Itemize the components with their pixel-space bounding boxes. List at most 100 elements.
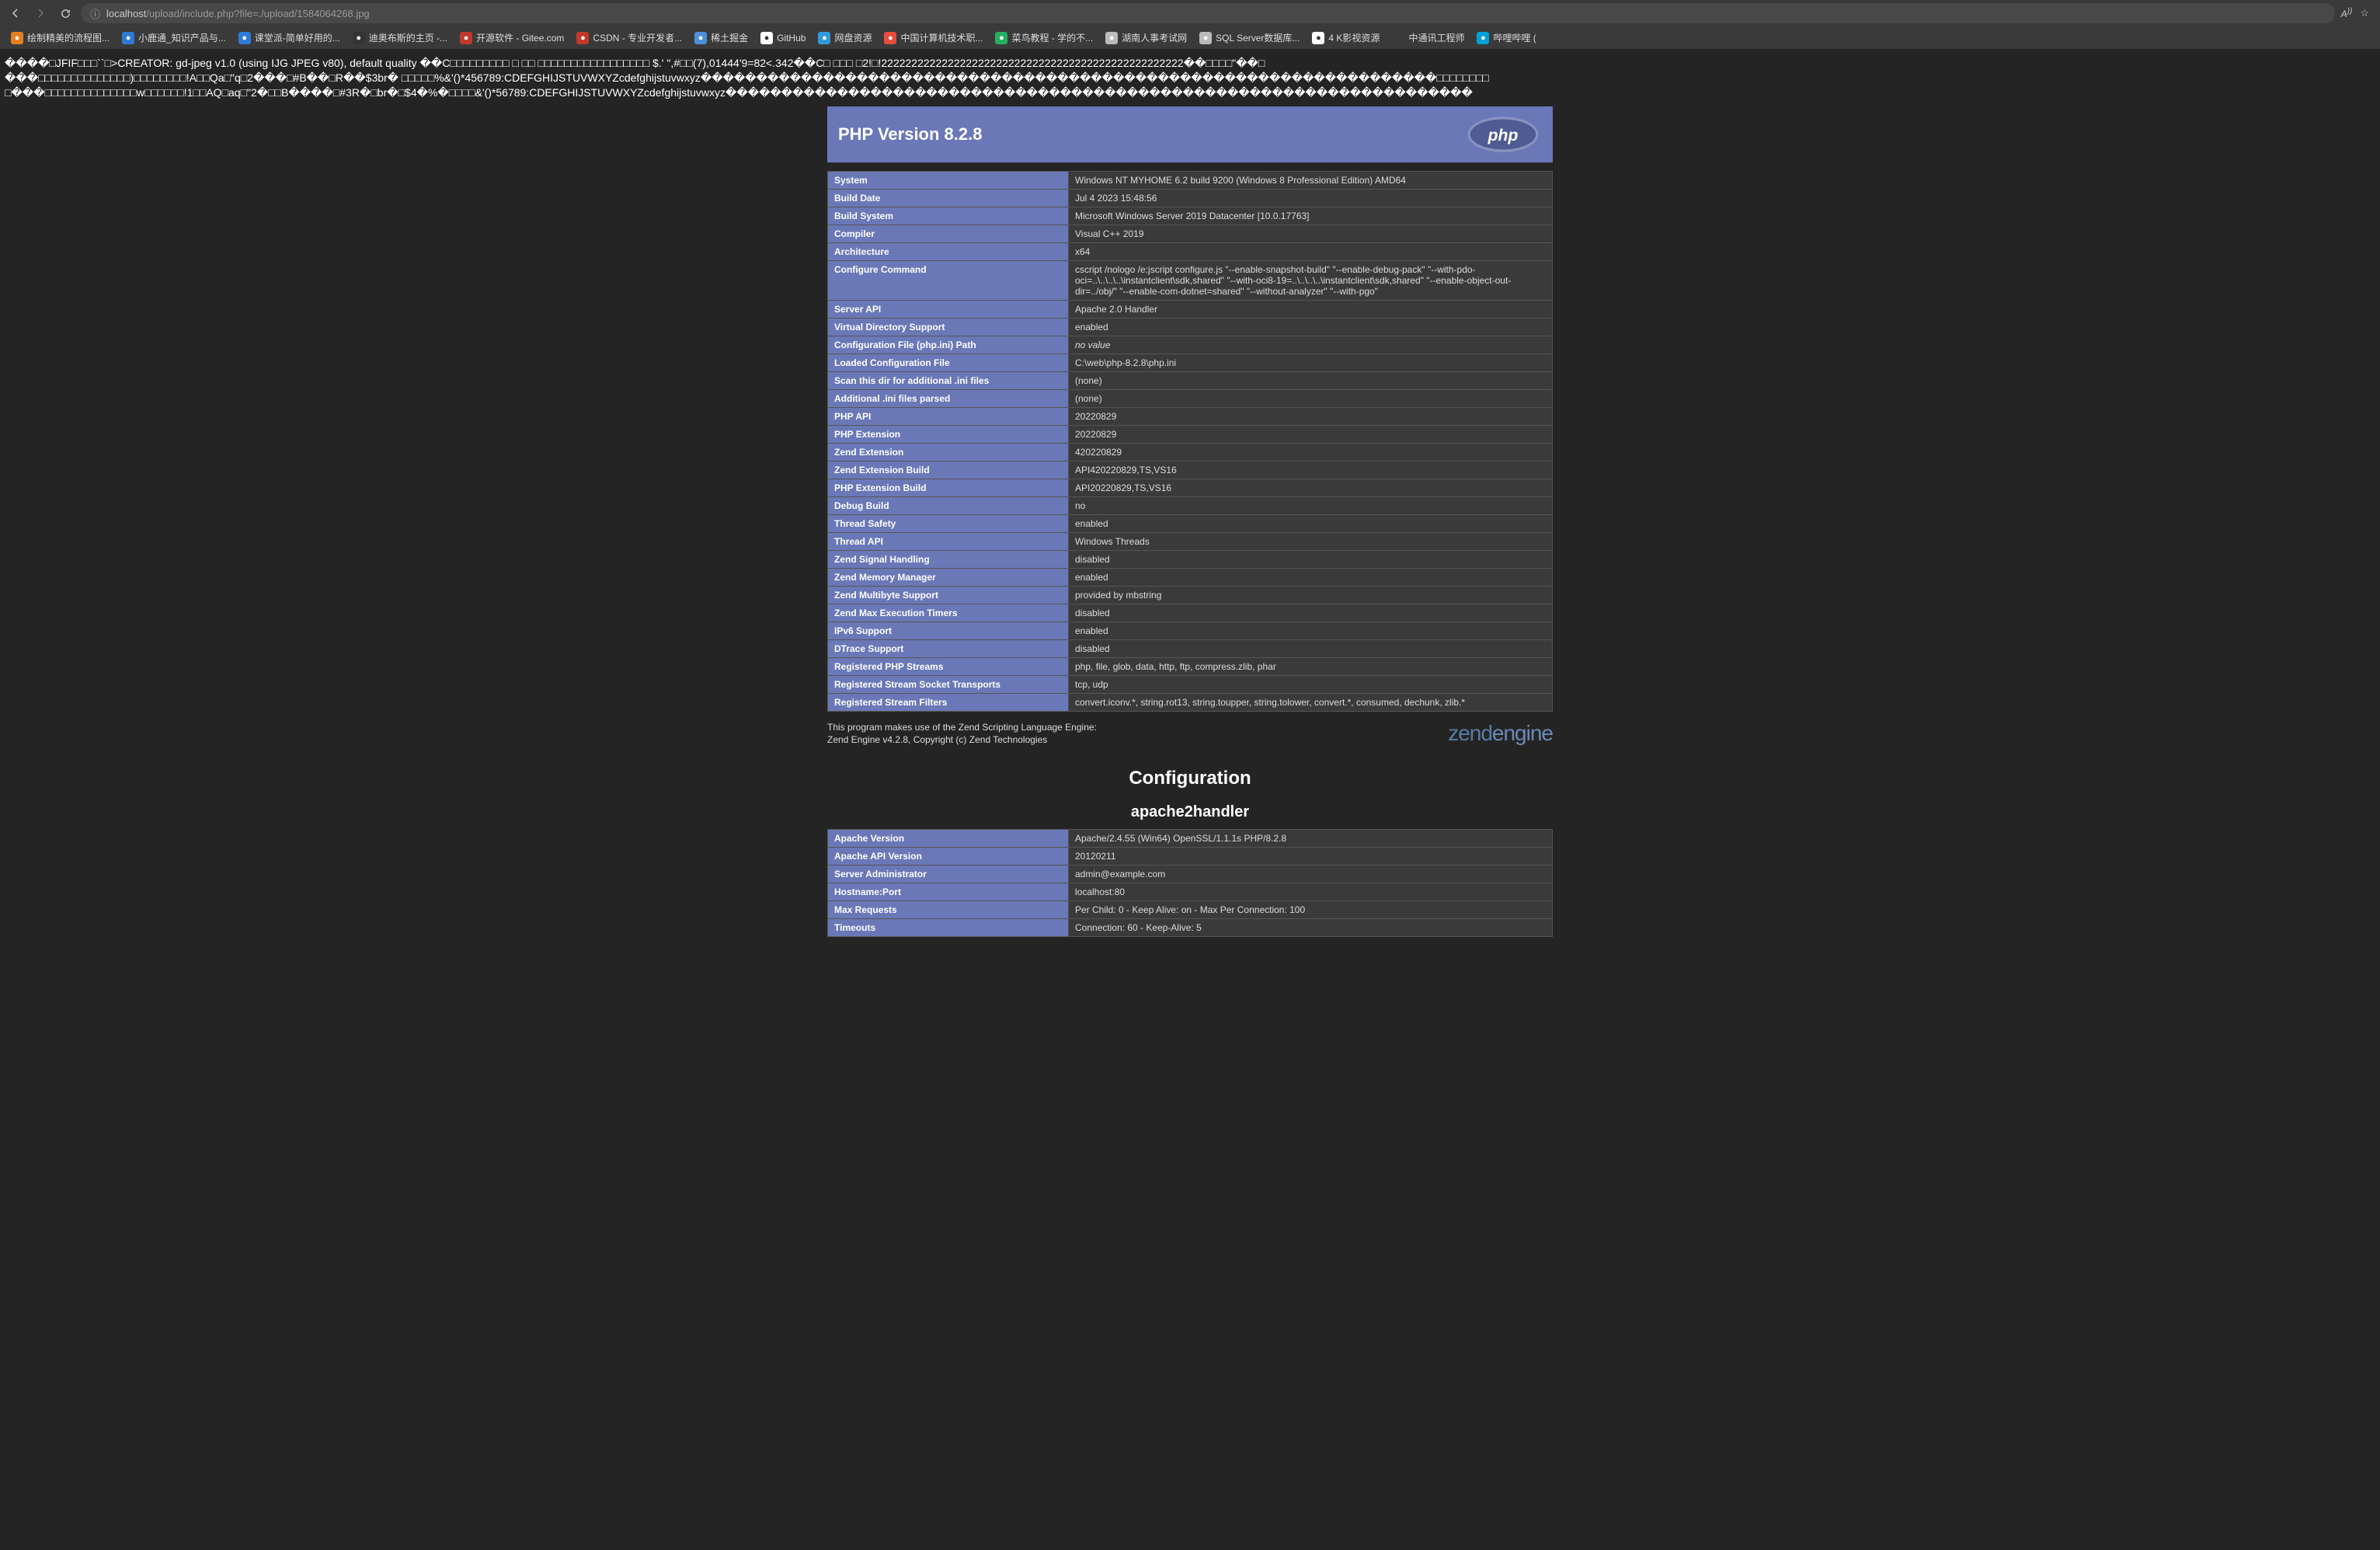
- info-value: php, file, glob, data, http, ftp, compre…: [1069, 657, 1553, 675]
- table-row: Zend Max Execution Timersdisabled: [828, 604, 1553, 622]
- bookmark-item[interactable]: ●稀土掘金: [690, 29, 753, 47]
- credits-text: This program makes use of the Zend Scrip…: [827, 721, 1097, 746]
- info-key: Zend Extension Build: [828, 461, 1069, 479]
- table-row: Hostname:Portlocalhost:80: [828, 883, 1553, 901]
- bookmark-item[interactable]: 中通讯工程师: [1387, 29, 1469, 47]
- table-row: Max RequestsPer Child: 0 - Keep Alive: o…: [828, 901, 1553, 919]
- bookmark-item[interactable]: ●中国计算机技术职...: [879, 29, 987, 47]
- credits-row: This program makes use of the Zend Scrip…: [827, 721, 1553, 746]
- table-row: Configuration File (php.ini) Pathno valu…: [828, 336, 1553, 354]
- credits-line: This program makes use of the Zend Scrip…: [827, 721, 1097, 733]
- info-key: Apache Version: [828, 830, 1069, 848]
- site-info-icon[interactable]: ⓘ: [90, 6, 100, 21]
- raw-line: □���□□□□□□□□□□□□□□w□□□□□□!1□□AQ□aq□"2�□□…: [5, 85, 2375, 100]
- phpinfo-container: PHP Version 8.2.8 php SystemWindows NT M…: [827, 106, 1553, 937]
- info-value: disabled: [1069, 550, 1553, 568]
- bookmark-favicon-icon: ●: [11, 32, 23, 44]
- info-key: Timeouts: [828, 919, 1069, 937]
- info-value: Windows NT MYHOME 6.2 build 9200 (Window…: [1069, 171, 1553, 189]
- bookmark-item[interactable]: ●网盘资源: [813, 29, 876, 47]
- info-value: 20220829: [1069, 407, 1553, 425]
- info-value: Visual C++ 2019: [1069, 225, 1553, 242]
- info-value: disabled: [1069, 604, 1553, 622]
- bookmark-item[interactable]: ● GitHub: [756, 30, 810, 47]
- phpinfo-table: SystemWindows NT MYHOME 6.2 build 9200 (…: [827, 171, 1553, 712]
- bookmark-item[interactable]: ●绘制精美的流程图...: [6, 29, 114, 47]
- credits-line: Zend Engine v4.2.8, Copyright (c) Zend T…: [827, 733, 1097, 746]
- info-key: Debug Build: [828, 496, 1069, 514]
- bookmark-item[interactable]: ●开源软件 - Gitee.com: [455, 29, 569, 47]
- info-key: Apache API Version: [828, 848, 1069, 866]
- info-value: Jul 4 2023 15:48:56: [1069, 189, 1553, 207]
- bookmark-label: 中国计算机技术职...: [900, 31, 983, 44]
- php-logo-icon: php: [1464, 114, 1542, 155]
- table-row: Apache API Version20120211: [828, 848, 1553, 866]
- table-row: Virtual Directory Supportenabled: [828, 318, 1553, 336]
- address-bar[interactable]: ⓘ localhost/upload/include.php?file=./up…: [81, 3, 2335, 23]
- bookmark-item[interactable]: ●4 K影视资源: [1307, 29, 1384, 47]
- table-row: DTrace Supportdisabled: [828, 639, 1553, 657]
- apache-table: Apache VersionApache/2.4.55 (Win64) Open…: [827, 829, 1553, 937]
- bookmark-label: 中通讯工程师: [1408, 31, 1464, 44]
- bookmark-favicon-icon: ●: [576, 32, 589, 44]
- forward-button[interactable]: [31, 4, 50, 23]
- bookmark-favicon-icon: [1392, 32, 1404, 44]
- bookmark-label: 小鹿通_知识产品与...: [138, 31, 226, 44]
- read-aloud-icon[interactable]: A)): [2341, 7, 2353, 19]
- bookmark-item[interactable]: ●课堂派-简单好用的...: [234, 29, 345, 47]
- bookmark-favicon-icon: ●: [760, 32, 773, 44]
- refresh-button[interactable]: [56, 4, 75, 23]
- info-key: PHP API: [828, 407, 1069, 425]
- info-value: API20220829,TS,VS16: [1069, 479, 1553, 496]
- favorite-icon[interactable]: ☆: [2360, 7, 2369, 19]
- info-value: C:\web\php-8.2.8\php.ini: [1069, 354, 1553, 371]
- bookmark-item[interactable]: ●CSDN - 专业开发者...: [572, 29, 687, 47]
- bookmark-label: 迪奥布斯的主页 -...: [369, 31, 447, 44]
- bookmark-item[interactable]: ●小鹿通_知识产品与...: [117, 29, 231, 47]
- table-row: Thread Safetyenabled: [828, 514, 1553, 532]
- info-value: no value: [1069, 336, 1553, 354]
- bookmark-favicon-icon: ●: [995, 32, 1007, 44]
- bookmark-label: 4 K影视资源: [1328, 31, 1380, 44]
- table-row: Configure Commandcscript /nologo /e:jscr…: [828, 260, 1553, 300]
- info-value: Per Child: 0 - Keep Alive: on - Max Per …: [1069, 901, 1553, 919]
- info-value: provided by mbstring: [1069, 586, 1553, 604]
- bookmark-item[interactable]: ●菜鸟教程 - 学的不...: [990, 29, 1098, 47]
- info-key: Configuration File (php.ini) Path: [828, 336, 1069, 354]
- info-key: Build Date: [828, 189, 1069, 207]
- info-key: Compiler: [828, 225, 1069, 242]
- bookmark-favicon-icon: ●: [1199, 32, 1212, 44]
- info-value: cscript /nologo /e:jscript configure.js …: [1069, 260, 1553, 300]
- back-button[interactable]: [6, 4, 25, 23]
- bookmark-label: GitHub: [777, 33, 806, 44]
- table-row: TimeoutsConnection: 60 - Keep-Alive: 5: [828, 919, 1553, 937]
- configuration-heading: Configuration: [827, 768, 1553, 789]
- info-value: Connection: 60 - Keep-Alive: 5: [1069, 919, 1553, 937]
- table-row: CompilerVisual C++ 2019: [828, 225, 1553, 242]
- info-key: Zend Multibyte Support: [828, 586, 1069, 604]
- info-key: Server API: [828, 300, 1069, 318]
- svg-text:php: php: [1488, 127, 1519, 145]
- url-text: localhost/upload/include.php?file=./uplo…: [106, 8, 2326, 19]
- info-value: (none): [1069, 389, 1553, 407]
- info-value: Apache/2.4.55 (Win64) OpenSSL/1.1.1s PHP…: [1069, 830, 1553, 848]
- bookmark-favicon-icon: ●: [238, 32, 251, 44]
- bookmark-item[interactable]: ●哔哩哔哩 (: [1472, 29, 1540, 47]
- raw-line: ����□JFIF□□□``□>CREATOR: gd-jpeg v1.0 (u…: [5, 56, 2375, 71]
- table-row: IPv6 Supportenabled: [828, 622, 1553, 639]
- bookmarks-bar: ●绘制精美的流程图...●小鹿通_知识产品与...●课堂派-简单好用的...●迪…: [0, 26, 2380, 50]
- zend-logo-icon: zendengine: [1448, 721, 1553, 746]
- table-row: Server APIApache 2.0 Handler: [828, 300, 1553, 318]
- info-key: Max Requests: [828, 901, 1069, 919]
- raw-line: ���□□□□□□□□□□□□□□)□□□□□□□□!A□□Qa□"q□2���…: [5, 71, 2375, 85]
- php-version-title: PHP Version 8.2.8: [838, 124, 982, 145]
- bookmark-item[interactable]: ●SQL Server数据库...: [1195, 29, 1304, 47]
- table-row: Loaded Configuration FileC:\web\php-8.2.…: [828, 354, 1553, 371]
- table-row: PHP API20220829: [828, 407, 1553, 425]
- info-key: Virtual Directory Support: [828, 318, 1069, 336]
- bookmark-item[interactable]: ●迪奥布斯的主页 -...: [348, 29, 452, 47]
- bookmark-item[interactable]: ●湖南人事考试网: [1101, 29, 1192, 47]
- info-key: Additional .ini files parsed: [828, 389, 1069, 407]
- table-row: Apache VersionApache/2.4.55 (Win64) Open…: [828, 830, 1553, 848]
- info-value: admin@example.com: [1069, 866, 1553, 883]
